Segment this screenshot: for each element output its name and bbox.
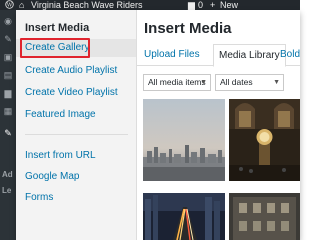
svg-text:W: W — [7, 3, 13, 9]
night-traffic-image — [143, 193, 225, 240]
comments-count[interactable]: 0 — [198, 0, 203, 10]
wp-admin-sidebar: ◉ ✎ ▣ ▤ ▆ ▦ ✎ Ad Le — [0, 10, 16, 240]
date-filter-select[interactable]: All dates ▼ — [215, 74, 284, 91]
media-frame-content: Insert Media Upload Files Media Library … — [137, 10, 300, 240]
menu-item-featured-image[interactable]: Featured Image — [16, 106, 136, 124]
new-link[interactable]: New — [220, 0, 238, 10]
sidebar-partial-label: Ad — [2, 170, 13, 179]
wordpress-logo-icon[interactable]: W — [5, 0, 14, 10]
plus-icon[interactable]: + — [210, 0, 215, 10]
menu-item-forms[interactable]: Forms — [16, 189, 136, 207]
dashboard-icon[interactable]: ◉ — [3, 16, 13, 26]
sidebar-partial-label: Le — [2, 186, 12, 195]
pages-icon[interactable]: ▤ — [3, 70, 13, 80]
building-image — [229, 193, 300, 240]
attachment-filters: All media items ▼ All dates ▼ — [137, 74, 300, 94]
media-type-filter-select[interactable]: All media items ▼ — [143, 74, 211, 91]
date-filter-value: All dates — [220, 77, 253, 87]
menu-separator — [25, 134, 128, 135]
media-router-tabs: Upload Files Media Library BoldGrid C — [137, 44, 300, 67]
admin-bar: W ⌂ Virginia Beach Wave Riders ▆ 0 + New — [0, 0, 300, 10]
tab-boldgrid-connect[interactable]: BoldGrid C — [275, 44, 300, 66]
menu-item-create-video-playlist[interactable]: Create Video Playlist — [16, 84, 136, 102]
menu-item-create-gallery[interactable]: Create Gallery — [16, 39, 136, 57]
media-icon[interactable]: ▣ — [3, 52, 13, 62]
menu-item-insert-from-url[interactable]: Insert from URL — [16, 147, 136, 165]
pin-active-icon[interactable]: ✎ — [3, 128, 13, 138]
chevron-down-icon: ▼ — [200, 79, 207, 86]
menu-heading[interactable]: Insert Media — [25, 22, 89, 34]
tab-upload-files[interactable]: Upload Files — [139, 44, 205, 66]
media-frame-menu: Insert Media Create Gallery Create Audio… — [16, 10, 137, 240]
media-thumbnail[interactable] — [229, 193, 300, 240]
menu-item-create-audio-playlist[interactable]: Create Audio Playlist — [16, 62, 136, 80]
chevron-down-icon: ▼ — [273, 79, 280, 86]
city-skyline-image — [143, 99, 225, 181]
site-name-link[interactable]: Virginia Beach Wave Riders — [31, 0, 211, 10]
pin-icon[interactable]: ✎ — [3, 34, 13, 44]
insert-media-modal: Insert Media Create Gallery Create Audio… — [16, 10, 300, 240]
page-title: Insert Media — [144, 20, 232, 37]
media-thumbnail[interactable] — [229, 99, 300, 181]
comments-icon[interactable]: ▆ — [3, 88, 13, 98]
comments-icon[interactable]: ▆ — [188, 0, 195, 10]
media-thumbnail[interactable] — [143, 99, 225, 181]
media-thumbnail[interactable] — [143, 193, 225, 240]
forms-icon[interactable]: ▦ — [3, 106, 13, 116]
menu-item-google-map[interactable]: Google Map — [16, 168, 136, 186]
media-type-filter-value: All media items — [148, 77, 206, 87]
home-icon[interactable]: ⌂ — [19, 0, 24, 10]
station-clock-image — [229, 99, 300, 181]
